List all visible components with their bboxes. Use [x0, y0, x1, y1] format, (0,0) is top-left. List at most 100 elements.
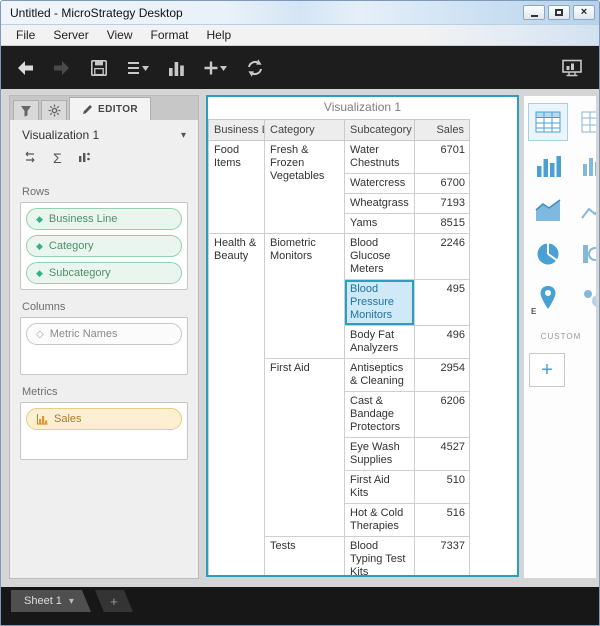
- back-button[interactable]: [15, 51, 35, 85]
- presentation-icon: [562, 59, 582, 76]
- viz-type-map-button[interactable]: E: [529, 280, 567, 316]
- properties-tab[interactable]: [41, 100, 67, 120]
- insert-button[interactable]: [203, 51, 228, 85]
- sheet-tab-active[interactable]: Sheet 1 ▾: [11, 590, 91, 612]
- cell-sales[interactable]: 495: [414, 279, 470, 326]
- attribute-diamond-icon: ◆: [36, 213, 43, 224]
- mini-chart-icon: [78, 152, 90, 162]
- cell-category[interactable]: Biometric Monitors: [264, 233, 345, 359]
- column-header-business-line[interactable]: Business Line: [208, 119, 265, 141]
- columns-drop-zone[interactable]: ◇ Metric Names: [20, 317, 188, 375]
- attribute-pill-subcategory[interactable]: ◆ Subcategory: [26, 262, 182, 284]
- cell-subcategory[interactable]: Wheatgrass: [344, 193, 415, 214]
- column-header-sales[interactable]: Sales: [414, 119, 470, 141]
- close-button[interactable]: ×: [573, 5, 595, 20]
- presentation-mode-button[interactable]: [561, 51, 583, 85]
- columns-section-label: Columns: [22, 301, 66, 313]
- cell-business-line[interactable]: Health & Beauty: [208, 233, 265, 575]
- maximize-button[interactable]: [548, 5, 570, 20]
- cell-category[interactable]: First Aid: [264, 358, 345, 537]
- viz-type-partial-button[interactable]: [581, 236, 596, 272]
- cell-subcategory[interactable]: Watercress: [344, 173, 415, 194]
- viz-type-partial-button[interactable]: [581, 104, 596, 140]
- metric-pill-sales[interactable]: Sales: [26, 408, 182, 430]
- rows-drop-zone[interactable]: ◆ Business Line ◆ Category ◆ Subcategory: [20, 202, 188, 290]
- swap-axes-button[interactable]: [23, 150, 37, 168]
- cell-sales[interactable]: 7337: [414, 536, 470, 575]
- cell-sales[interactable]: 6701: [414, 140, 470, 174]
- filter-tab[interactable]: [13, 100, 39, 120]
- minimize-icon: [530, 14, 538, 17]
- pill-metric-names[interactable]: ◇ Metric Names: [26, 323, 182, 345]
- cell-sales[interactable]: 6700: [414, 173, 470, 194]
- save-button[interactable]: [89, 51, 109, 85]
- visualization-container[interactable]: Visualization 1 Business Line Category S…: [206, 95, 519, 577]
- cell-category[interactable]: Fresh & Frozen Vegetables: [264, 140, 345, 234]
- attribute-pill-business-line[interactable]: ◆ Business Line: [26, 208, 182, 230]
- cell-subcategory[interactable]: First Aid Kits: [344, 470, 415, 504]
- menu-view[interactable]: View: [98, 26, 142, 44]
- cell-sales[interactable]: 2954: [414, 358, 470, 392]
- bar-chart-icon: [169, 61, 184, 76]
- cell-sales[interactable]: 2246: [414, 233, 470, 280]
- cell-subcategory-selected[interactable]: Blood Pressure Monitors: [344, 279, 415, 326]
- add-data-button[interactable]: [126, 51, 150, 85]
- menu-format[interactable]: Format: [141, 26, 197, 44]
- cell-sales[interactable]: 7193: [414, 193, 470, 214]
- totals-button[interactable]: Σ: [53, 150, 62, 168]
- visualization-selector[interactable]: Visualization 1 ▾: [10, 120, 198, 150]
- cell-sales[interactable]: 4527: [414, 437, 470, 471]
- table-row: Health & Beauty Biometric Monitors Blood…: [208, 233, 470, 575]
- swap-axes-icon: [25, 151, 35, 163]
- cell-subcategory[interactable]: Eye Wash Supplies: [344, 437, 415, 471]
- insert-visualization-button[interactable]: [167, 51, 186, 85]
- forward-button[interactable]: [52, 51, 72, 85]
- pill-label: Category: [48, 240, 94, 252]
- cell-category[interactable]: Tests: [264, 536, 345, 575]
- menu-server[interactable]: Server: [44, 26, 97, 44]
- viz-type-bar-chart-button[interactable]: [529, 148, 567, 184]
- cell-sales[interactable]: 496: [414, 325, 470, 359]
- metrics-drop-zone[interactable]: Sales: [20, 402, 188, 460]
- window-title: Untitled - MicroStrategy Desktop: [10, 5, 183, 20]
- refresh-button[interactable]: [245, 51, 265, 85]
- visualization-options-button[interactable]: [78, 150, 91, 168]
- cell-subcategory[interactable]: Blood Typing Test Kits: [344, 536, 415, 575]
- cell-subcategory[interactable]: Yams: [344, 213, 415, 234]
- column-header-subcategory[interactable]: Subcategory: [344, 119, 415, 141]
- viz-type-partial-button[interactable]: [581, 192, 596, 228]
- attribute-pill-category[interactable]: ◆ Category: [26, 235, 182, 257]
- minimize-button[interactable]: [523, 5, 545, 20]
- cell-sales[interactable]: 510: [414, 470, 470, 504]
- cell-subcategory[interactable]: Hot & Cold Therapies: [344, 503, 415, 537]
- visualization-gallery: E CUSTOM +: [523, 95, 597, 579]
- viz-type-partial-button[interactable]: [581, 148, 596, 184]
- cell-sales[interactable]: 8515: [414, 213, 470, 234]
- cell-subcategory[interactable]: Antiseptics & Cleaning: [344, 358, 415, 392]
- viz-type-area-chart-button[interactable]: [529, 192, 567, 228]
- metric-names-icon: ◇: [36, 328, 44, 340]
- esri-badge: E: [531, 307, 537, 316]
- editor-tab-label: EDITOR: [98, 103, 138, 115]
- cell-subcategory[interactable]: Body Fat Analyzers: [344, 325, 415, 359]
- cell-subcategory[interactable]: Blood Glucose Meters: [344, 233, 415, 280]
- viz-type-grid-button[interactable]: [528, 103, 568, 141]
- funnel-icon: [21, 105, 31, 116]
- tab-editor[interactable]: EDITOR: [69, 97, 151, 120]
- add-sheet-button[interactable]: +: [95, 590, 133, 612]
- cell-sales[interactable]: 516: [414, 503, 470, 537]
- column-header-category[interactable]: Category: [264, 119, 345, 141]
- menu-file[interactable]: File: [7, 26, 44, 44]
- sheet-tab-label: Sheet 1: [24, 595, 62, 607]
- add-custom-visualization-button[interactable]: +: [529, 353, 565, 387]
- cell-subcategory[interactable]: Cast & Bandage Protectors: [344, 391, 415, 438]
- cell-business-line[interactable]: Food Items: [208, 140, 265, 234]
- metric-bars-icon: [37, 414, 48, 425]
- header-row: Business Line Category Subcategory Sales: [208, 119, 470, 141]
- cell-subcategory[interactable]: Water Chestnuts: [344, 140, 415, 174]
- menu-help[interactable]: Help: [198, 26, 241, 44]
- viz-type-pie-chart-button[interactable]: [529, 236, 567, 272]
- viz-type-partial-button[interactable]: [581, 280, 596, 316]
- app-window: Untitled - MicroStrategy Desktop × File …: [0, 0, 600, 626]
- cell-sales[interactable]: 6206: [414, 391, 470, 438]
